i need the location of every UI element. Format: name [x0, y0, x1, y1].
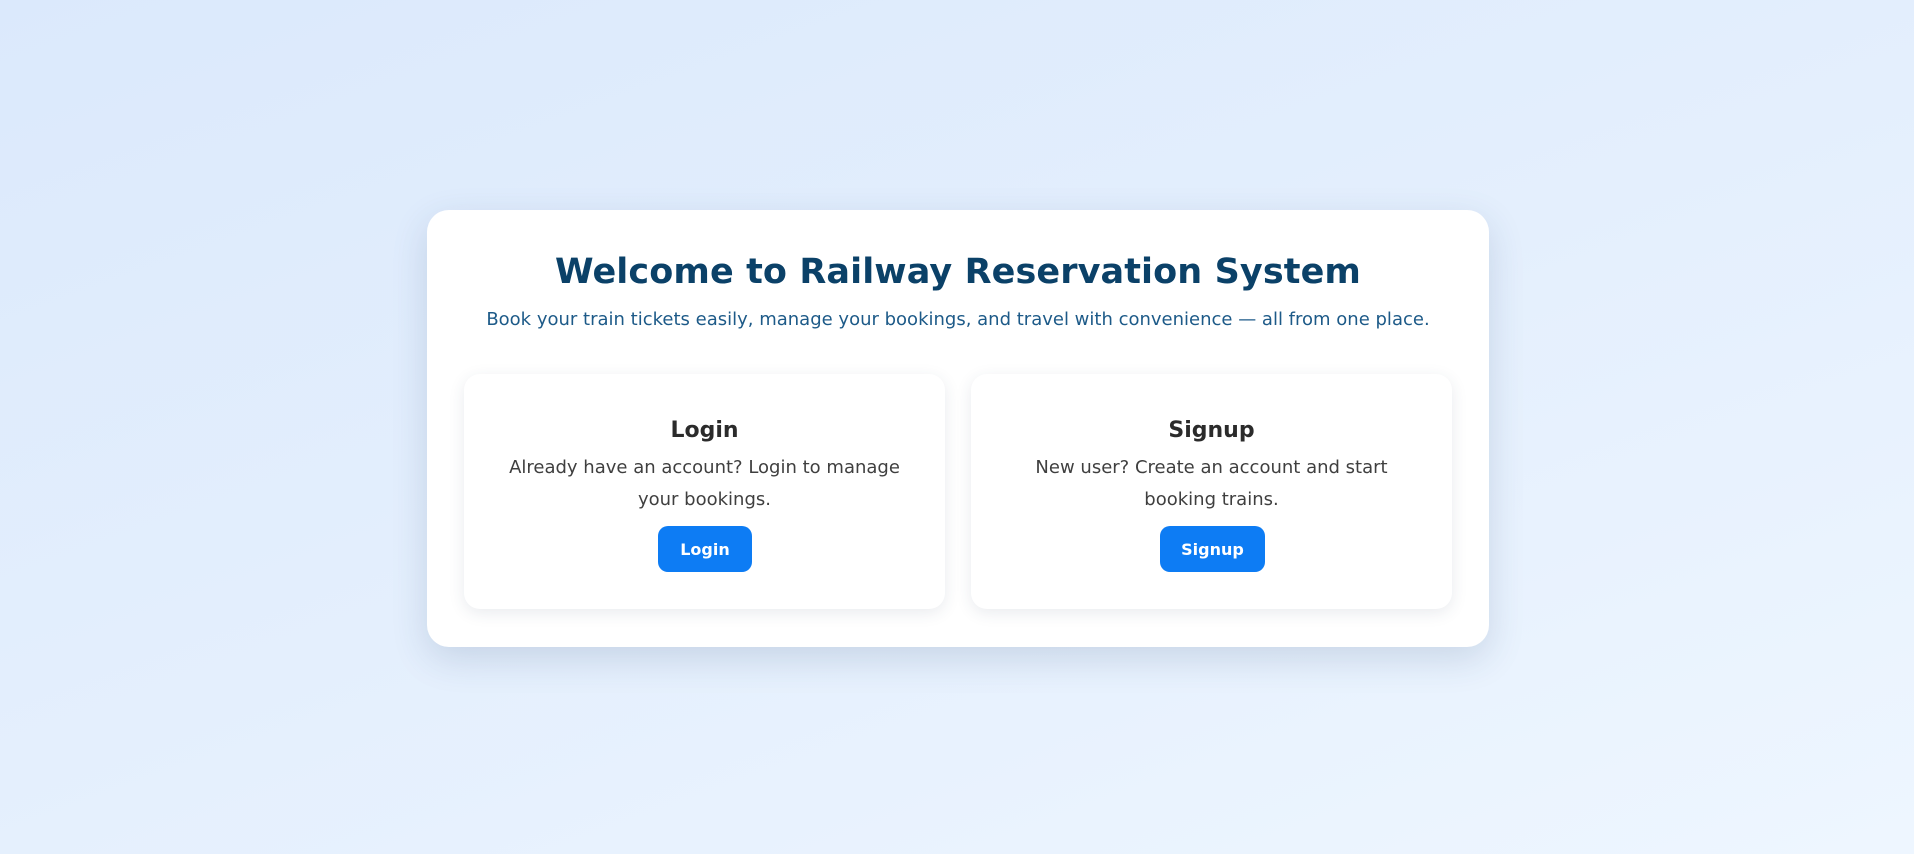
- page-subtitle: Book your train tickets easily, manage y…: [486, 309, 1430, 330]
- page-title: Welcome to Railway Reservation System: [555, 252, 1361, 292]
- signup-card: Signup New user? Create an account and s…: [971, 374, 1452, 609]
- login-card-title: Login: [670, 418, 739, 443]
- signup-card-description: New user? Create an account and start bo…: [1035, 457, 1388, 510]
- login-card-description: Already have an account? Login to manage…: [509, 457, 900, 510]
- login-button[interactable]: Login: [658, 526, 752, 572]
- welcome-card: Welcome to Railway Reservation System Bo…: [427, 210, 1489, 647]
- login-card: Login Already have an account? Login to …: [464, 374, 945, 609]
- signup-button[interactable]: Signup: [1160, 526, 1265, 572]
- signup-card-title: Signup: [1168, 418, 1255, 443]
